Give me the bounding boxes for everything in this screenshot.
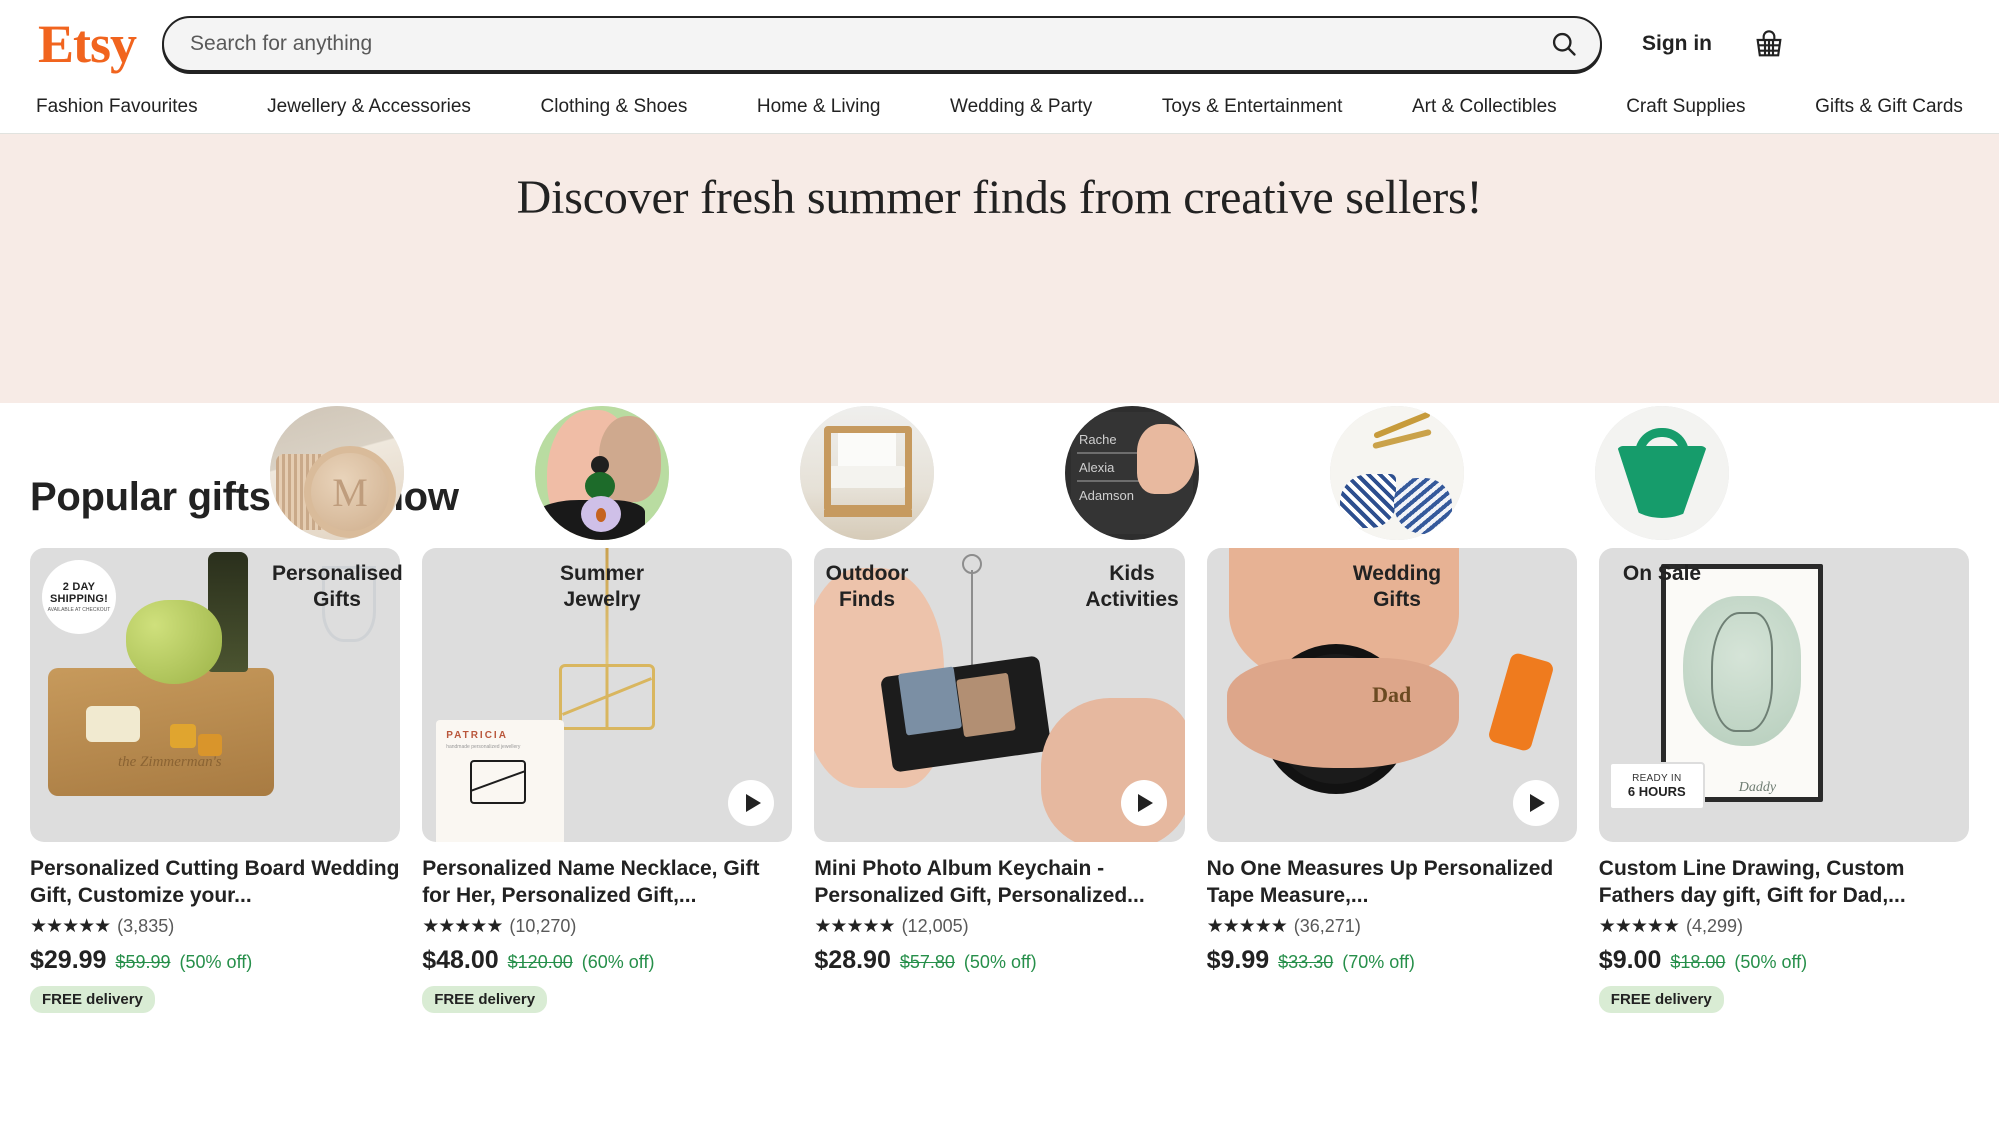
product-price-original: $59.99 <box>115 952 171 973</box>
nav-item-gifts-gift-cards[interactable]: Gifts & Gift Cards <box>1809 92 1969 122</box>
product-price: $29.99 <box>30 946 107 975</box>
play-icon <box>745 794 761 812</box>
category-label: Wedding Gifts <box>1352 562 1442 612</box>
rating-row: ★★★★★ (36,271) <box>1207 916 1577 937</box>
promo-banner: Discover fresh summer finds from creativ… <box>0 134 1999 611</box>
product-price: $28.90 <box>814 946 891 975</box>
category-label: Outdoor Finds <box>825 562 909 612</box>
review-count: (4,299) <box>1685 916 1744 937</box>
play-video-button[interactable] <box>728 780 775 826</box>
product-price-original: $33.30 <box>1278 952 1334 973</box>
product-price-original: $120.00 <box>507 952 573 973</box>
product-price-original: $18.00 <box>1670 952 1726 973</box>
play-video-button[interactable] <box>1120 780 1167 826</box>
play-video-button[interactable] <box>1512 780 1559 826</box>
star-rating-icon: ★★★★★ <box>30 916 111 938</box>
ready-badge: READY IN 6 HOURS <box>1608 762 1705 810</box>
nav-item-toys-entertainment[interactable]: Toys & Entertainment <box>1156 92 1349 122</box>
shopping-basket-icon[interactable] <box>1748 23 1790 65</box>
green-knot-bag-circle-icon <box>1595 406 1729 540</box>
play-icon <box>1530 794 1546 812</box>
product-discount: (50% off) <box>179 952 253 973</box>
sign-in-link[interactable]: Sign in <box>1642 32 1712 56</box>
star-rating-icon: ★★★★★ <box>814 916 895 938</box>
drawing-caption: Daddy <box>1738 780 1777 795</box>
review-count: (3,835) <box>117 916 175 937</box>
product-card[interactable]: Mini Photo Album Keychain - Personalized… <box>814 548 1185 1013</box>
free-delivery-badge: FREE delivery <box>422 986 548 1014</box>
product-card[interactable]: Daddy READY IN 6 HOURS Custom Line Drawi… <box>1598 548 1969 1014</box>
product-card[interactable]: the Zimmerman's 2 DAY SHIPPING! AVAILABL… <box>30 548 401 1014</box>
chalkboard-name-tracing-circle-icon: Rache Alexia Adamson <box>1065 406 1199 540</box>
category-kids-activities[interactable]: Rache Alexia Adamson Kids Activities <box>1045 406 1220 614</box>
blue-patterned-favors-circle-icon <box>1330 406 1464 540</box>
star-rating-icon: ★★★★★ <box>422 916 503 938</box>
site-header: Etsy Sign in <box>0 0 1999 88</box>
nav-item-jewellery-accessories[interactable]: Jewellery & Accessories <box>261 92 477 122</box>
nav-item-clothing-shoes[interactable]: Clothing & Shoes <box>535 92 694 122</box>
product-price: $9.00 <box>1598 946 1662 975</box>
product-price: $48.00 <box>422 946 499 975</box>
review-count: (12,005) <box>901 916 969 937</box>
star-rating-icon: ★★★★★ <box>1598 916 1680 938</box>
category-label: Summer Jewelry <box>559 562 645 612</box>
product-card[interactable]: Dad No One Measures Up Personalized Tape… <box>1206 548 1577 1013</box>
nav-item-fashion-favourites[interactable]: Fashion Favourites <box>30 92 204 122</box>
rating-row: ★★★★★ (3,835) <box>30 916 400 937</box>
play-icon <box>1138 794 1154 812</box>
search-input[interactable] <box>162 16 1603 72</box>
rating-row: ★★★★★ (10,270) <box>422 916 792 937</box>
nav-item-home-living[interactable]: Home & Living <box>751 92 887 122</box>
category-label: On Sale <box>1622 562 1702 585</box>
price-row: $29.99 $59.99 (50% off) <box>30 946 400 975</box>
product-card[interactable]: PATRICIA handmade personalized jewellery … <box>422 548 793 1014</box>
product-title[interactable]: Personalized Name Necklace, Gift for Her… <box>422 856 792 909</box>
wooden-outdoor-chair-circle-icon <box>800 406 934 540</box>
price-row: $9.00 $18.00 (50% off) <box>1599 946 1969 975</box>
monogram-stone-coaster-circle-icon <box>270 406 404 540</box>
star-rating-icon: ★★★★★ <box>1206 916 1288 938</box>
category-nav: Fashion Favourites Jewellery & Accessori… <box>0 88 1999 134</box>
product-title[interactable]: Custom Line Drawing, Custom Fathers day … <box>1599 856 1969 909</box>
category-on-sale[interactable]: On Sale <box>1575 406 1750 614</box>
search-icon[interactable] <box>1544 24 1584 64</box>
category-summer-jewelry[interactable]: Summer Jewelry <box>515 406 690 614</box>
price-row: $28.90 $57.80 (50% off) <box>814 946 1184 975</box>
search-container <box>162 16 1603 72</box>
product-title[interactable]: Mini Photo Album Keychain - Personalized… <box>814 856 1184 909</box>
free-delivery-badge: FREE delivery <box>30 986 155 1014</box>
category-label: Kids Activities <box>1085 562 1179 612</box>
product-discount: (50% off) <box>963 952 1037 973</box>
category-wedding-gifts[interactable]: Wedding Gifts <box>1310 406 1485 614</box>
review-count: (10,270) <box>509 916 577 937</box>
ready-badge-line2: 6 HOURS <box>1627 784 1686 799</box>
category-outdoor-finds[interactable]: Outdoor Finds <box>780 406 955 614</box>
ready-badge-line1: READY IN <box>1632 773 1682 784</box>
nav-item-craft-supplies[interactable]: Craft Supplies <box>1620 92 1751 122</box>
product-title[interactable]: Personalized Cutting Board Wedding Gift,… <box>30 856 400 909</box>
review-count: (36,271) <box>1293 916 1361 937</box>
price-row: $9.99 $33.30 (70% off) <box>1207 946 1577 975</box>
etsy-logo[interactable]: Etsy <box>38 17 137 71</box>
product-grid: the Zimmerman's 2 DAY SHIPPING! AVAILABL… <box>30 548 1969 1014</box>
category-personalised-gifts[interactable]: Personalised Gifts <box>250 406 425 614</box>
product-price-original: $57.80 <box>899 952 955 973</box>
product-price: $9.99 <box>1206 946 1270 975</box>
price-row: $48.00 $120.00 (60% off) <box>422 946 792 975</box>
product-discount: (60% off) <box>581 952 655 973</box>
category-circles: Personalised Gifts Summer Jewelry Outdoo… <box>0 406 1999 614</box>
rating-row: ★★★★★ (12,005) <box>814 916 1184 937</box>
product-discount: (70% off) <box>1342 952 1415 973</box>
nav-item-art-collectibles[interactable]: Art & Collectibles <box>1406 92 1563 122</box>
banner-headline: Discover fresh summer finds from creativ… <box>516 171 1483 224</box>
flower-earring-model-circle-icon <box>535 406 669 540</box>
product-title[interactable]: No One Measures Up Personalized Tape Mea… <box>1207 856 1577 909</box>
free-delivery-badge: FREE delivery <box>1598 986 1724 1014</box>
nav-item-wedding-party[interactable]: Wedding & Party <box>944 92 1098 122</box>
rating-row: ★★★★★ (4,299) <box>1599 916 1969 937</box>
category-label: Personalised Gifts <box>272 562 403 612</box>
product-discount: (50% off) <box>1734 952 1808 973</box>
